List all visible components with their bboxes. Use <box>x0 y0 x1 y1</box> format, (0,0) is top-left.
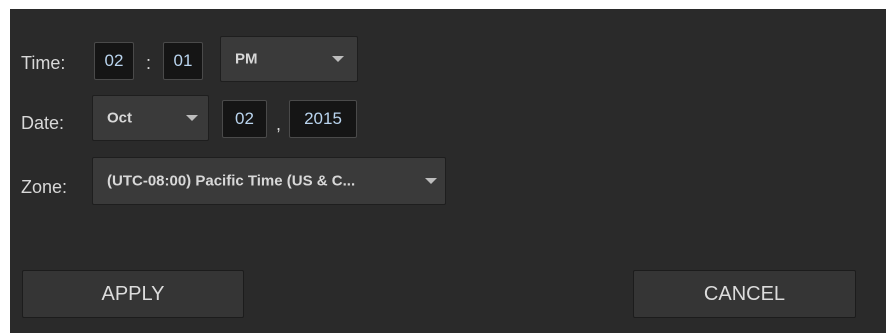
year-field[interactable]: 2015 <box>289 100 357 138</box>
date-separator: , <box>276 114 282 134</box>
month-value: Oct <box>107 109 133 127</box>
apply-button[interactable]: APPLY <box>22 270 244 318</box>
hour-field[interactable]: 02 <box>94 42 134 80</box>
cancel-button[interactable]: CANCEL <box>633 270 856 318</box>
ampm-value: PM <box>235 50 258 68</box>
date-label: Date: <box>21 113 65 133</box>
timezone-value: (UTC-08:00) Pacific Time (US & C... <box>107 172 356 190</box>
time-label: Time: <box>21 53 66 73</box>
zone-label: Zone: <box>21 177 68 197</box>
caret-down-icon <box>186 115 198 121</box>
caret-down-icon <box>425 178 437 184</box>
datetime-dialog: Time: 02 : 01 PM Date: Oct 02 , 2015 Zon… <box>10 9 886 333</box>
day-field[interactable]: 02 <box>222 100 267 138</box>
ampm-dropdown[interactable]: PM <box>220 36 358 82</box>
time-separator: : <box>146 53 152 73</box>
month-dropdown[interactable]: Oct <box>92 95 209 141</box>
timezone-dropdown[interactable]: (UTC-08:00) Pacific Time (US & C... <box>92 157 446 205</box>
minute-field[interactable]: 01 <box>163 42 203 80</box>
caret-down-icon <box>332 56 344 62</box>
